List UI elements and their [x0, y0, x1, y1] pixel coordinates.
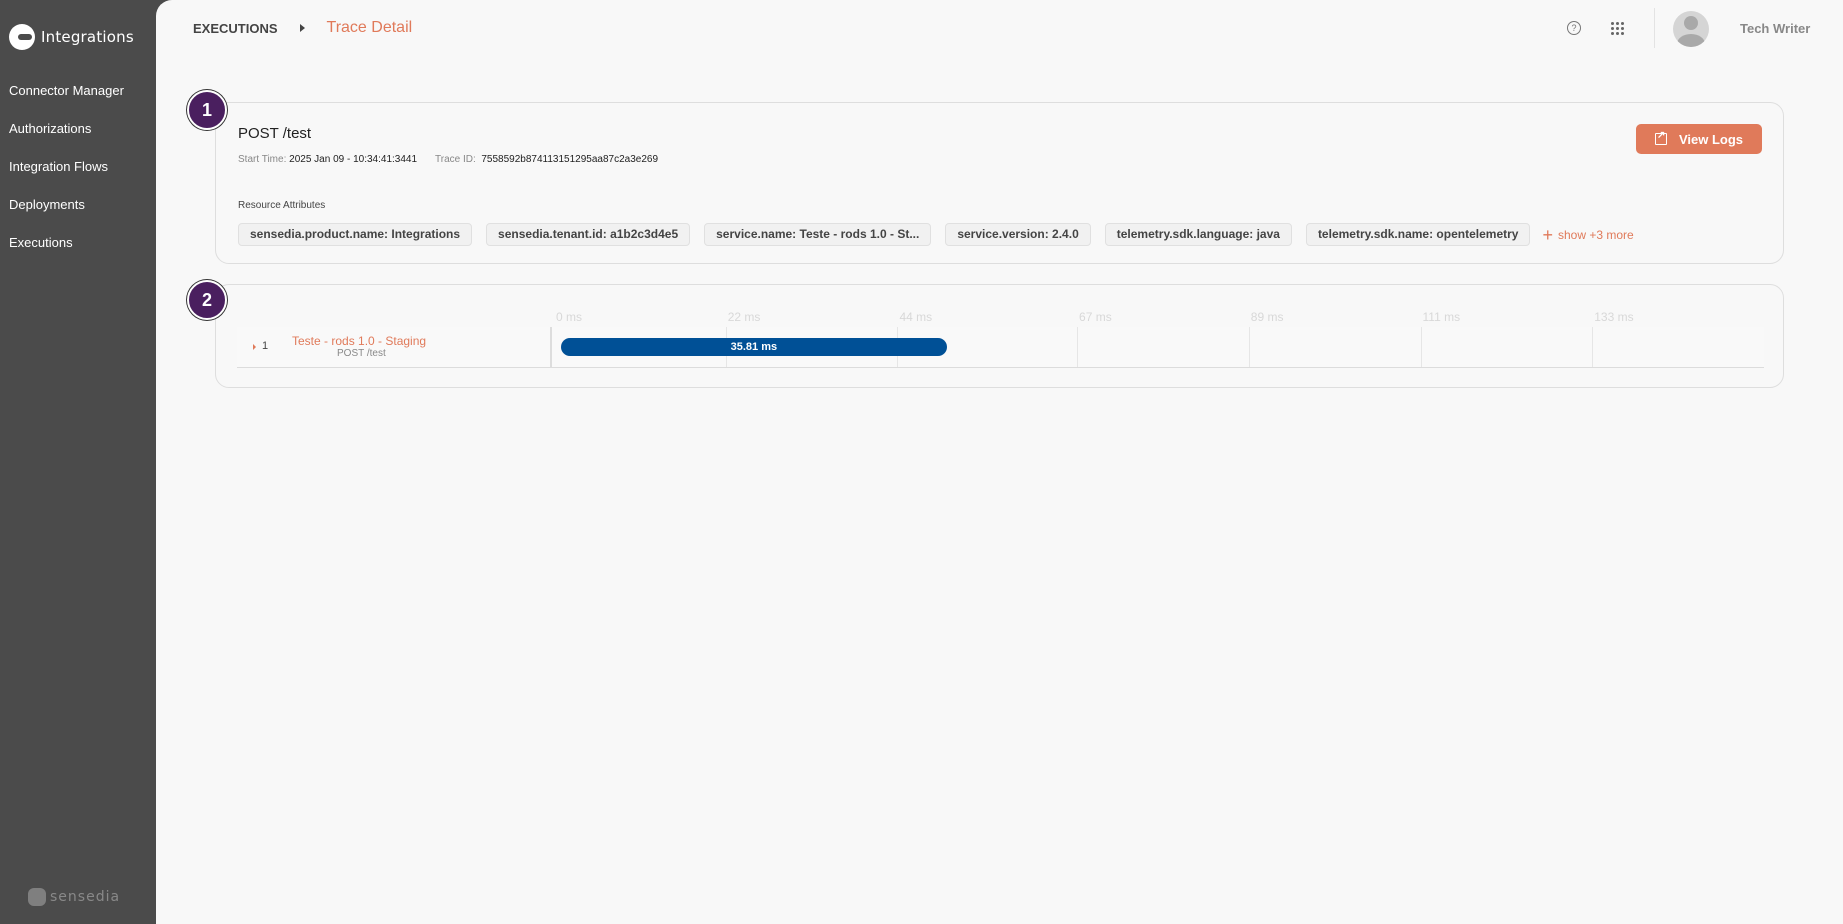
- show-more-label: show +3 more: [1557, 227, 1634, 242]
- app-logo[interactable]: Integrations: [9, 24, 134, 50]
- page-title: Trace Detail: [326, 19, 413, 36]
- sidebar-item-integration-flows[interactable]: Integration Flows: [9, 159, 124, 197]
- user-name[interactable]: Tech Writer: [1740, 21, 1810, 36]
- avatar[interactable]: [1673, 11, 1709, 47]
- tick-label: 0 ms: [556, 310, 583, 324]
- step-badge-2: 2: [187, 280, 227, 320]
- attribute-chip[interactable]: telemetry.sdk.name: opentelemetry: [1305, 223, 1531, 246]
- app-title: Integrations: [41, 28, 134, 46]
- attribute-chip[interactable]: telemetry.sdk.language: java: [1104, 223, 1292, 246]
- grid-line: [1592, 327, 1594, 367]
- sidebar-item-executions[interactable]: Executions: [9, 235, 124, 273]
- resource-attributes-label: Resource Attributes: [238, 200, 326, 211]
- trace-summary-card: POST /test Start Time: 2025 Jan 09 - 10:…: [215, 102, 1784, 264]
- breadcrumb-executions[interactable]: EXECUTIONS: [193, 21, 278, 36]
- sidebar-nav: Connector Manager Authorizations Integra…: [9, 83, 124, 273]
- sidebar: Integrations Connector Manager Authoriza…: [0, 0, 156, 924]
- help-icon[interactable]: ?: [1567, 21, 1581, 35]
- tick-label: 133 ms: [1594, 310, 1634, 324]
- attribute-chip[interactable]: sensedia.product.name: Integrations: [238, 223, 473, 246]
- breadcrumb: EXECUTIONS Trace Detail: [193, 19, 412, 37]
- grid-line: [1420, 327, 1422, 367]
- sensedia-logo-icon: [28, 888, 46, 906]
- span-row-info[interactable]: 1 Teste - rods 1.0 - Staging POST /test: [237, 327, 552, 367]
- timeline: 0 ms 22 ms 44 ms 67 ms 89 ms 111 ms 133 ms 1 T…: [237, 305, 1764, 369]
- grid-line: [1248, 327, 1250, 367]
- show-more-button[interactable]: + show +3 more: [1542, 224, 1634, 245]
- start-time: Start Time: 2025 Jan 09 - 10:34:41:3441: [238, 154, 417, 165]
- start-time-label: Start Time:: [238, 154, 287, 165]
- main-content: EXECUTIONS Trace Detail ? Tech Writer PO…: [156, 0, 1843, 924]
- tick-label: 22 ms: [727, 310, 761, 324]
- trace-id-label: Trace ID:: [435, 154, 476, 165]
- expand-caret-icon[interactable]: [253, 344, 256, 350]
- sidebar-item-authorizations[interactable]: Authorizations: [9, 121, 124, 159]
- view-logs-button[interactable]: View Logs: [1636, 124, 1762, 154]
- trace-timeline-card: 0 ms 22 ms 44 ms 67 ms 89 ms 111 ms 133 ms 1 T…: [215, 284, 1784, 388]
- attribute-chip[interactable]: service.name: Teste - rods 1.0 - St...: [704, 223, 932, 246]
- apps-grid-icon[interactable]: [1611, 22, 1624, 35]
- grid-line: [1077, 327, 1079, 367]
- span-row: 1 Teste - rods 1.0 - Staging POST /test …: [237, 327, 1764, 368]
- sensedia-brand-text: sensedia: [50, 889, 121, 905]
- span-operation: POST /test: [337, 348, 386, 359]
- external-link-icon: [1654, 130, 1667, 145]
- start-time-value: 2025 Jan 09 - 10:34:41:3441: [289, 154, 418, 165]
- span-index: 1: [262, 340, 269, 352]
- attribute-chip[interactable]: sensedia.tenant.id: a1b2c3d4e5: [486, 223, 691, 246]
- span-duration-bar[interactable]: 35.81 ms: [561, 338, 947, 356]
- plus-icon: +: [1542, 224, 1553, 245]
- tick-label: 44 ms: [899, 310, 933, 324]
- sidebar-item-deployments[interactable]: Deployments: [9, 197, 124, 235]
- resource-attributes: sensedia.product.name: Integrations sens…: [238, 223, 1634, 246]
- tick-label: 67 ms: [1079, 310, 1112, 324]
- view-logs-label: View Logs: [1678, 131, 1744, 147]
- attribute-chip[interactable]: service.version: 2.4.0: [945, 223, 1091, 246]
- step-badge-1: 1: [187, 90, 227, 130]
- header-divider: [1654, 8, 1655, 48]
- trace-title: POST /test: [238, 125, 312, 142]
- trace-meta: Start Time: 2025 Jan 09 - 10:34:41:3441 …: [238, 154, 658, 165]
- tick-label: 111 ms: [1422, 310, 1461, 324]
- tick-label: 89 ms: [1250, 310, 1284, 324]
- integrations-logo-icon: [9, 24, 35, 50]
- sidebar-item-connector-manager[interactable]: Connector Manager: [9, 83, 124, 121]
- caret-right-icon: [299, 24, 305, 32]
- span-service-name[interactable]: Teste - rods 1.0 - Staging: [292, 334, 426, 348]
- trace-id: Trace ID: 7558592b874113151295aa87c2a3e2…: [435, 154, 658, 165]
- trace-id-value: 7558592b874113151295aa87c2a3e269: [481, 154, 659, 165]
- sensedia-brand: sensedia: [28, 888, 120, 906]
